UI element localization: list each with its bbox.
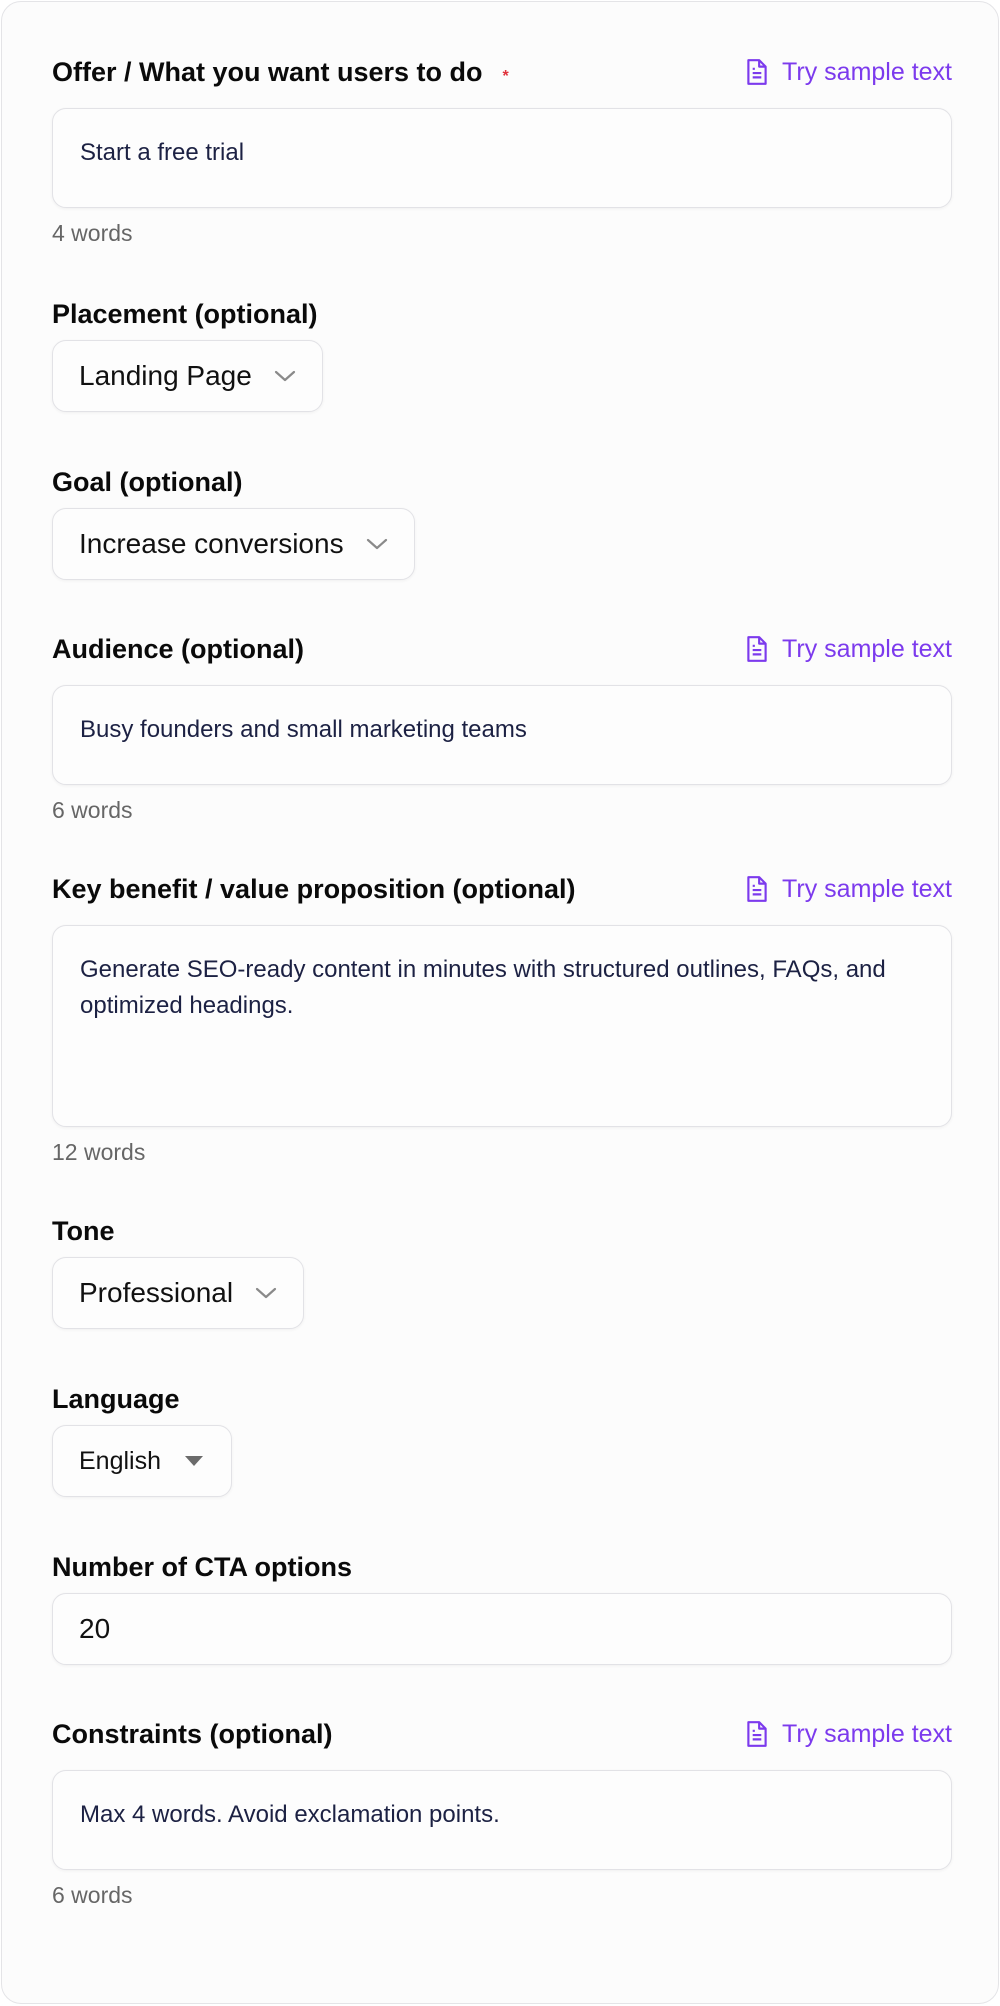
document-icon xyxy=(747,636,767,662)
goal-field: Goal (optional) Increase conversions xyxy=(52,462,952,580)
audience-field: Audience (optional) Try sample text Busy… xyxy=(52,629,952,824)
constraints-try-sample-button[interactable]: Try sample text xyxy=(744,1720,952,1749)
tone-select[interactable]: Professional xyxy=(52,1257,305,1329)
placement-field: Placement (optional) Landing Page xyxy=(52,294,952,412)
benefit-try-sample-button[interactable]: Try sample text xyxy=(744,875,952,904)
offer-try-sample-button[interactable]: Try sample text xyxy=(744,58,952,87)
tone-label: Tone xyxy=(52,1215,115,1246)
try-sample-label: Try sample text xyxy=(782,634,952,663)
language-value: English xyxy=(79,1446,161,1475)
cta-count-field: Number of CTA options 20 xyxy=(52,1547,952,1665)
benefit-field: Key benefit / value proposition (optiona… xyxy=(52,869,952,1166)
placement-label: Placement (optional) xyxy=(52,298,318,329)
document-icon xyxy=(747,876,767,902)
language-field: Language English xyxy=(52,1379,952,1497)
tone-value: Professional xyxy=(79,1277,234,1308)
constraints-label: Constraints (optional) xyxy=(52,1718,333,1749)
constraints-word-count: 6 words xyxy=(52,1882,133,1908)
chevron-down-icon xyxy=(255,1287,277,1299)
try-sample-label: Try sample text xyxy=(782,874,952,903)
benefit-label: Key benefit / value proposition (optiona… xyxy=(52,873,576,904)
goal-label: Goal (optional) xyxy=(52,466,243,497)
form-card: Offer / What you want users to do * Try s… xyxy=(1,1,999,2004)
placement-value: Landing Page xyxy=(79,360,252,391)
benefit-input[interactable]: Generate SEO-ready content in minutes wi… xyxy=(52,925,952,1127)
offer-word-count: 4 words xyxy=(52,220,133,246)
chevron-down-icon xyxy=(274,370,295,382)
audience-word-count: 6 words xyxy=(52,797,133,823)
document-icon xyxy=(747,59,767,85)
document-icon xyxy=(747,1721,767,1747)
goal-select[interactable]: Increase conversions xyxy=(52,508,415,580)
audience-label: Audience (optional) xyxy=(52,633,304,664)
constraints-field: Constraints (optional) Try sample text M… xyxy=(52,1714,952,1909)
tone-field: Tone Professional xyxy=(52,1211,952,1329)
audience-input[interactable]: Busy founders and small marketing teams xyxy=(52,685,952,785)
required-mark: * xyxy=(502,67,509,85)
cta-count-label: Number of CTA options xyxy=(52,1551,352,1582)
chevron-down-icon xyxy=(366,538,387,550)
try-sample-label: Try sample text xyxy=(782,1719,952,1748)
benefit-word-count: 12 words xyxy=(52,1139,146,1165)
offer-input[interactable]: Start a free trial xyxy=(52,108,952,208)
offer-field: Offer / What you want users to do * Try s… xyxy=(52,52,952,247)
language-select[interactable]: English xyxy=(52,1425,232,1497)
constraints-input[interactable]: Max 4 words. Avoid exclamation points. xyxy=(52,1770,952,1870)
cta-count-input[interactable]: 20 xyxy=(52,1593,952,1665)
audience-try-sample-button[interactable]: Try sample text xyxy=(744,635,952,664)
placement-select[interactable]: Landing Page xyxy=(52,340,323,412)
goal-value: Increase conversions xyxy=(79,528,344,559)
offer-label: Offer / What you want users to do xyxy=(52,56,483,87)
try-sample-label: Try sample text xyxy=(782,57,952,86)
language-label: Language xyxy=(52,1383,180,1414)
caret-down-icon xyxy=(185,1456,203,1466)
